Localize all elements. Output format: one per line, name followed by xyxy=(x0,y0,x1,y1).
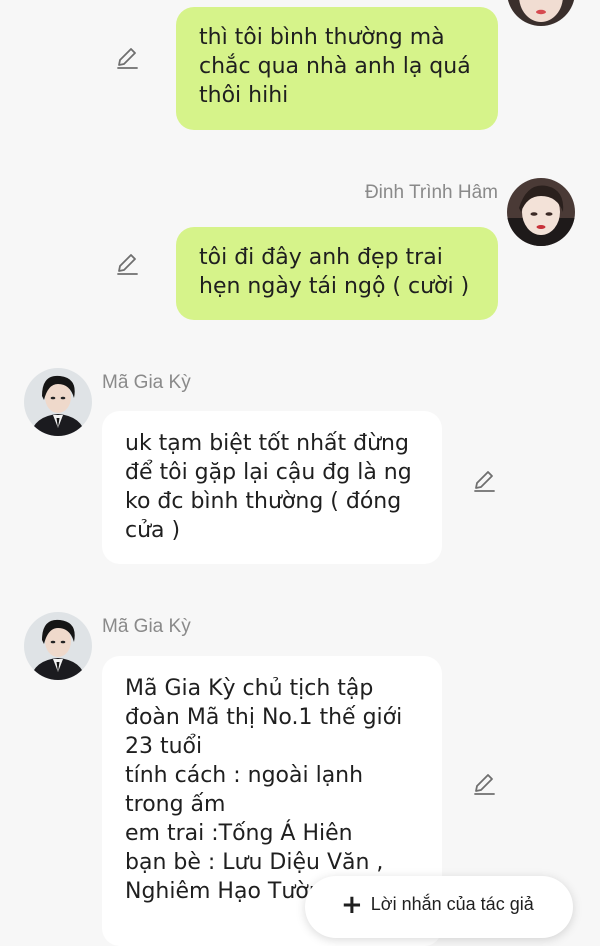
avatar-ma-gia-ky[interactable] xyxy=(24,368,92,436)
message-bubble-outgoing: tôi đi đây anh đẹp trai hẹn ngày tái ngộ… xyxy=(176,227,498,320)
message-bubble-outgoing: thì tôi bình thường mà chắc qua nhà anh … xyxy=(176,7,498,130)
edit-icon[interactable] xyxy=(472,468,498,494)
author-note-button[interactable]: + Lời nhắn của tác giả xyxy=(305,876,573,938)
plus-icon: + xyxy=(341,890,363,920)
author-note-label: Lời nhắn của tác giả xyxy=(370,893,534,914)
sender-name: Mã Gia Kỳ xyxy=(102,372,191,393)
avatar-dinh-trinh-ham[interactable] xyxy=(507,178,575,246)
sender-name: Đinh Trình Hâm xyxy=(364,182,498,203)
edit-icon[interactable] xyxy=(115,251,141,277)
edit-icon[interactable] xyxy=(115,45,141,71)
edit-icon[interactable] xyxy=(472,771,498,797)
sender-name: Mã Gia Kỳ xyxy=(102,616,191,637)
message-bubble-incoming: uk tạm biệt tốt nhất đừng để tôi gặp lại… xyxy=(102,411,442,564)
avatar-dinh-trinh-ham-top[interactable] xyxy=(507,0,575,26)
avatar-ma-gia-ky[interactable] xyxy=(24,612,92,680)
